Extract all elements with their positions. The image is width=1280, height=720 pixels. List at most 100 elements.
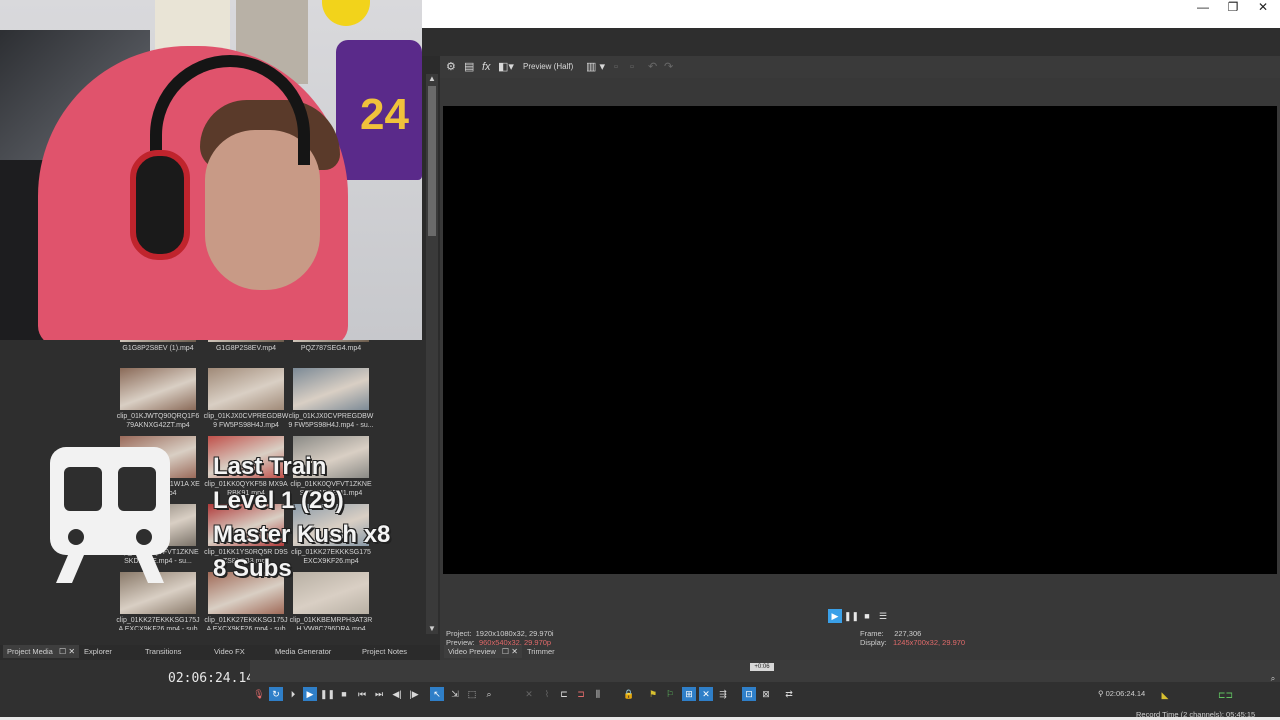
tab-project-media[interactable]: Project Media ☐ ✕: [3, 645, 80, 658]
play-icon[interactable]: ▶: [303, 687, 317, 701]
minimize-button[interactable]: —: [1188, 0, 1218, 28]
media-item[interactable]: clip_01KJWTQ90QRQ1F6 79AKNXG42ZT.mp4: [115, 368, 201, 430]
restore-button[interactable]: ❐: [1218, 0, 1248, 28]
trim-icon[interactable]: ⌇: [540, 687, 554, 701]
timeline-area: 02:06:24.14 +0:06 🎙 ↻ ⏵ ▶ ❚❚ ■ ⏮ ⏭ ◀| |▶…: [0, 660, 1280, 720]
lock-envelopes-icon[interactable]: ⊡: [742, 687, 756, 701]
overlay-line-subs: 8 Subs: [213, 555, 292, 582]
headphone-earcup: [130, 150, 190, 260]
auto-crossfade-icon[interactable]: ✕: [699, 687, 713, 701]
fx-icon[interactable]: fx: [482, 60, 491, 74]
tab-transitions[interactable]: Transitions: [145, 645, 181, 658]
split-screen-icon[interactable]: ▤: [464, 60, 474, 74]
media-caption: G1G8P2S8EV.mp4: [215, 345, 277, 352]
media-caption: clip_01KJX0CVPREGDBW9 FW5PS98H4J.mp4 - s…: [288, 413, 374, 429]
preview-toolbar: ⚙ ▤ fx ◧▾ Preview (Half) ▥ ▾ ▫ ▫ ↶ ↷: [440, 56, 1280, 78]
tab-explorer[interactable]: Explorer: [84, 645, 112, 658]
tab-media-generator[interactable]: Media Generator: [275, 645, 331, 658]
window-titlebar: — ❐ ✕: [422, 0, 1280, 28]
overlay-line-level: Level 1 (29): [213, 487, 344, 514]
next-frame-icon[interactable]: |▶: [407, 687, 421, 701]
media-item[interactable]: PQZ787SEG4.mp4: [288, 340, 374, 353]
region-icon[interactable]: ⊏⊐: [1218, 688, 1233, 702]
menu-bar: [422, 28, 1280, 56]
split-icon[interactable]: ⫼: [591, 687, 605, 701]
envelope-tool-icon[interactable]: ⇲: [448, 687, 462, 701]
media-caption: clip_01KK27EKKKSG175JA EXCX9KF26.mp4 - s…: [116, 617, 200, 630]
media-item[interactable]: clip_01KJX0CVPREGDBW9 FW5PS98H4J.mp4 - s…: [288, 368, 374, 430]
go-to-end-icon[interactable]: ⏭: [372, 687, 386, 701]
pause-icon[interactable]: ❚❚: [320, 687, 335, 701]
undo-icon[interactable]: ↶: [648, 60, 657, 74]
timeline-transport: 🎙 ↻ ⏵ ▶ ❚❚ ■ ⏮ ⏭ ◀| |▶ ↖ ⇲ ⬚ ⌕ ✕ ⌇ ⊏ ⊐ ⫼…: [252, 687, 812, 703]
marker-icon[interactable]: ◣: [1158, 688, 1172, 702]
preview-transport: ▶ ❚❚ ■ ☰: [828, 609, 888, 625]
ignore-grouping-icon[interactable]: ⊠: [759, 687, 773, 701]
cursor-flag[interactable]: +0:06: [750, 663, 774, 671]
stream-overlay: Last Train Level 1 (29) Master Kush x8 8…: [50, 447, 430, 587]
play-from-start-icon[interactable]: ⏵: [286, 687, 300, 701]
overlay-line-title: Last Train: [213, 453, 327, 480]
go-to-start-icon[interactable]: ⏮: [355, 687, 369, 701]
media-thumbnail: [293, 340, 369, 342]
timecode-display[interactable]: 02:06:24.14: [168, 671, 254, 686]
play-icon[interactable]: ▶: [828, 609, 842, 623]
delete-icon[interactable]: ✕: [522, 687, 536, 701]
media-caption: clip_01KJWTQ90QRQ1F6 79AKNXG42ZT.mp4: [116, 413, 200, 429]
settings-icon[interactable]: ⚙: [446, 60, 456, 74]
tab-trimmer[interactable]: Trimmer: [527, 645, 555, 658]
normal-edit-tool-icon[interactable]: ↖: [430, 687, 444, 701]
tab-video-fx[interactable]: Video FX: [214, 645, 245, 658]
zoom-tool-icon[interactable]: ⌕: [482, 687, 496, 701]
record-icon[interactable]: 🎙: [252, 687, 266, 701]
copy-snapshot-icon[interactable]: ▫: [614, 60, 618, 74]
insert-region-icon[interactable]: ⚐: [663, 687, 677, 701]
scroll-up-icon[interactable]: ▲: [427, 74, 437, 84]
preview-quality-dropdown[interactable]: Preview (Half): [523, 60, 573, 74]
tab-project-notes[interactable]: Project Notes: [362, 645, 407, 658]
display-info: Display: 1245x700x32, 29.970: [860, 638, 966, 647]
menu-icon[interactable]: ☰: [876, 609, 890, 623]
timeline-ruler[interactable]: +0:06: [250, 660, 1280, 682]
media-thumbnail: [120, 340, 196, 342]
overlays-icon[interactable]: ▥ ▾: [586, 60, 605, 74]
train-icon: [50, 447, 170, 583]
trim-start-icon[interactable]: ⊏: [557, 687, 571, 701]
redo-icon[interactable]: ↷: [664, 60, 673, 74]
media-item[interactable]: G1G8P2S8EV (1).mp4: [115, 340, 201, 353]
media-caption: clip_01KK27EKKKSG175JA EXCX9KF26.mp4 - s…: [204, 617, 288, 630]
media-thumbnail: [208, 340, 284, 342]
scrollbar-thumb[interactable]: [428, 86, 436, 236]
zoom-icon[interactable]: ⌕: [1266, 672, 1280, 686]
external-monitor-icon[interactable]: ◧▾: [498, 60, 514, 74]
preview-screen: [443, 106, 1277, 574]
media-caption: clip_01KKBEMRPH3AT3RH VW8C796DRA.mp4: [289, 617, 373, 630]
snapping-icon[interactable]: ⊞: [682, 687, 696, 701]
jersey: 24: [336, 40, 422, 180]
loop-icon[interactable]: ↻: [269, 687, 283, 701]
close-button[interactable]: ✕: [1248, 0, 1278, 28]
media-item[interactable]: clip_01KJX0CVPREGDBW9 FW5PS98H4J.mp4: [203, 368, 289, 430]
stop-icon[interactable]: ■: [860, 609, 874, 623]
media-item[interactable]: G1G8P2S8EV.mp4: [203, 340, 289, 353]
timeline-cursor-time: ⚲ 02:06:24.14: [1098, 689, 1146, 698]
selection-tool-icon[interactable]: ⬚: [465, 687, 479, 701]
tab-video-preview[interactable]: Video Preview ☐ ✕: [444, 645, 523, 658]
lock-icon[interactable]: 🔒: [622, 687, 636, 701]
trim-end-icon[interactable]: ⊐: [574, 687, 588, 701]
left-tab-row: Project Media ☐ ✕ Explorer Transitions V…: [0, 645, 440, 658]
media-thumbnail: [120, 368, 196, 410]
insert-marker-icon[interactable]: ⚑: [646, 687, 660, 701]
auto-ripple-icon[interactable]: ⇄: [782, 687, 796, 701]
frame-info: Frame: 227,306: [860, 629, 922, 638]
right-tab-row: Video Preview ☐ ✕ Trimmer: [444, 645, 844, 658]
ripple-edit-icon[interactable]: ⇶: [716, 687, 730, 701]
scroll-down-icon[interactable]: ▼: [427, 624, 437, 634]
media-caption: PQZ787SEG4.mp4: [300, 345, 362, 352]
pause-icon[interactable]: ❚❚: [844, 609, 859, 623]
stop-icon[interactable]: ■: [337, 687, 351, 701]
save-snapshot-icon[interactable]: ▫: [630, 60, 634, 74]
media-caption: clip_01KJX0CVPREGDBW9 FW5PS98H4J.mp4: [203, 413, 289, 429]
previous-frame-icon[interactable]: ◀|: [390, 687, 404, 701]
webcam-feed: 24: [0, 0, 422, 340]
